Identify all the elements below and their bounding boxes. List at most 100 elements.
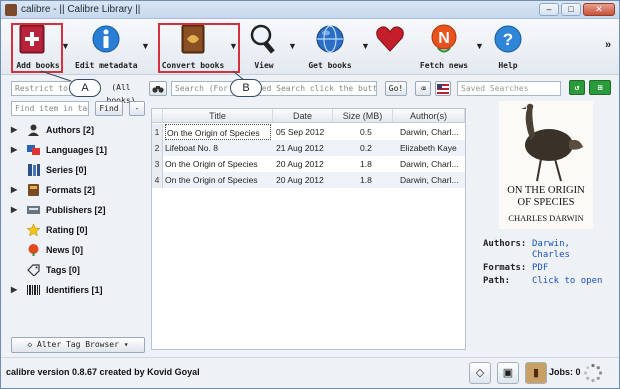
alter-tag-browser-button[interactable]: ◇ Alter Tag Browser ▾ — [11, 337, 145, 353]
authors-link-line-2[interactable]: Charles — [532, 250, 570, 260]
book-icon: ▮ — [532, 367, 540, 379]
collapse-all-button[interactable]: - — [129, 101, 145, 116]
row-number: 3 — [152, 156, 163, 172]
column-header-size[interactable]: Size (MB) — [333, 109, 393, 123]
tag-category-news[interactable]: News [0] — [7, 241, 151, 259]
fetch-news-dropdown-arrow[interactable]: ▼ — [475, 41, 484, 51]
cell-date[interactable]: 20 Aug 2012 — [276, 172, 332, 188]
book-cover[interactable]: ON THE ORIGIN OF SPECIES CHARLES DARWIN — [499, 101, 593, 229]
tag-category-rating[interactable]: Rating [0] — [7, 221, 151, 239]
chevron-down-icon: ▾ — [123, 340, 129, 349]
flag-icon — [437, 84, 449, 94]
news-icon: N — [431, 24, 457, 53]
expand-icon[interactable]: ▶ — [11, 281, 17, 299]
get-books-button[interactable]: Get books — [301, 21, 359, 73]
tag-category-label: Series [0] — [46, 165, 87, 175]
expand-icon[interactable]: ▶ — [11, 201, 17, 219]
status-text: calibre version 0.8.67 created by Kovid … — [6, 367, 200, 377]
expand-icon[interactable]: ▶ — [11, 121, 17, 139]
cell-date[interactable]: 20 Aug 2012 — [276, 156, 332, 172]
find-button[interactable]: Find — [95, 101, 123, 116]
table-row[interactable]: 1 On the Origin of Species 05 Sep 2012 0… — [152, 124, 465, 140]
column-header-title[interactable]: Title — [163, 109, 273, 123]
cover-author: CHARLES DARWIN — [508, 213, 584, 223]
saved-searches-select[interactable]: Saved Searches — [457, 81, 561, 96]
cell-date[interactable]: 21 Aug 2012 — [276, 140, 332, 156]
cell-author[interactable]: Elizabeth Kaye — [400, 140, 464, 156]
cell-size[interactable]: 1.8 — [360, 156, 390, 172]
copy-search-button[interactable]: ↺ — [569, 80, 585, 95]
cell-size[interactable]: 0.2 — [360, 140, 390, 156]
cell-date[interactable]: 05 Sep 2012 — [276, 124, 332, 140]
series-icon — [28, 164, 40, 176]
plus-grid-icon: ⊞ — [597, 83, 603, 92]
maximize-button[interactable]: □ — [561, 3, 581, 16]
cell-title[interactable]: Lifeboat No. 8 — [165, 140, 271, 156]
clear-search-button[interactable]: ⌫ — [415, 81, 431, 96]
column-header-authors[interactable]: Author(s) — [393, 109, 465, 123]
jobs-count[interactable]: Jobs: 0 — [549, 367, 581, 377]
tag-icon: ◇ — [27, 340, 33, 349]
cover-title-line-2: OF SPECIES — [517, 197, 575, 208]
fetch-news-label: Fetch news — [419, 61, 469, 70]
tag-category-languages[interactable]: ▶ Languages [1] — [7, 141, 151, 159]
tag-category-authors[interactable]: ▶ Authors [2] — [7, 121, 151, 139]
cell-title[interactable]: On the Origin of Species — [165, 124, 271, 140]
cell-title[interactable]: On the Origin of Species — [165, 156, 271, 172]
tag-icon — [27, 264, 40, 276]
tag-category-tags[interactable]: Tags [0] — [7, 261, 151, 279]
status-bar: calibre version 0.8.67 created by Kovid … — [1, 357, 619, 388]
cell-author[interactable]: Darwin, Charl... — [400, 172, 464, 188]
save-search-flag-button[interactable] — [435, 81, 451, 96]
user-icon — [28, 124, 39, 136]
book-icon — [28, 184, 39, 196]
tag-category-series[interactable]: Series [0] — [7, 161, 151, 179]
tag-browser-toggle-button[interactable]: ◇ — [469, 362, 491, 384]
spinner-icon — [583, 363, 603, 383]
fetch-news-button[interactable]: N Fetch news — [417, 21, 471, 73]
cover-title-line-1: ON THE ORIGIN — [507, 185, 585, 196]
expand-icon[interactable]: ▶ — [11, 181, 17, 199]
saved-search-add-button[interactable]: ⊞ — [589, 80, 611, 95]
path-link[interactable]: Click to open — [532, 276, 602, 286]
tag-category-publishers[interactable]: ▶ Publishers [2] — [7, 201, 151, 219]
cover-browser-toggle-button[interactable]: ▣ — [497, 362, 519, 384]
cell-size[interactable]: 0.5 — [360, 124, 390, 140]
book-details-toggle-button[interactable]: ▮ — [525, 362, 547, 384]
tag-icon: ◇ — [475, 367, 485, 379]
row-number-header — [152, 109, 163, 123]
table-row[interactable]: 2 Lifeboat No. 8 21 Aug 2012 0.2 Elizabe… — [152, 140, 465, 156]
search-input[interactable]: Search (For Advanced Search click the bu… — [171, 81, 377, 96]
tag-category-label: Rating [0] — [46, 225, 88, 235]
cell-author[interactable]: Darwin, Charl... — [400, 156, 464, 172]
binoculars-icon — [152, 86, 164, 93]
authors-link-line-1[interactable]: Darwin, — [532, 239, 570, 249]
find-item-field[interactable]: Find item in tag browser — [11, 101, 89, 116]
callout-a: A — [69, 79, 101, 97]
close-button[interactable]: ✕ — [583, 3, 615, 16]
news-icon — [28, 244, 39, 256]
globe-icon — [316, 25, 344, 53]
book-details-panel: ON THE ORIGIN OF SPECIES CHARLES DARWIN … — [471, 101, 619, 351]
toolbar-overflow-button[interactable]: » — [605, 39, 611, 51]
cell-title[interactable]: On the Origin of Species — [165, 172, 271, 188]
help-label: Help — [498, 61, 518, 70]
table-row[interactable]: 4 On the Origin of Species 20 Aug 2012 1… — [152, 172, 465, 188]
advanced-search-button[interactable] — [149, 81, 167, 96]
go-button[interactable]: Go! — [385, 81, 407, 96]
tag-category-label: News [0] — [46, 245, 84, 255]
restrict-to-field[interactable]: Restrict to — [11, 81, 75, 96]
tag-category-formats[interactable]: ▶ Formats [2] — [7, 181, 151, 199]
column-header-date[interactable]: Date — [273, 109, 333, 123]
donate-heart-button[interactable] — [369, 21, 411, 73]
tag-category-identifiers[interactable]: ▶ Identifiers [1] — [7, 281, 151, 299]
cell-size[interactable]: 1.8 — [360, 172, 390, 188]
minimize-button[interactable]: – — [539, 3, 559, 16]
cell-author[interactable]: Darwin, Charl... — [400, 124, 464, 140]
table-row[interactable]: 3 On the Origin of Species 20 Aug 2012 1… — [152, 156, 465, 172]
formats-label: Formats: — [483, 263, 527, 273]
clear-icon: ⌫ — [420, 84, 426, 93]
formats-link[interactable]: PDF — [532, 263, 548, 273]
expand-icon[interactable]: ▶ — [11, 141, 17, 159]
help-button[interactable]: ? Help — [487, 21, 529, 73]
